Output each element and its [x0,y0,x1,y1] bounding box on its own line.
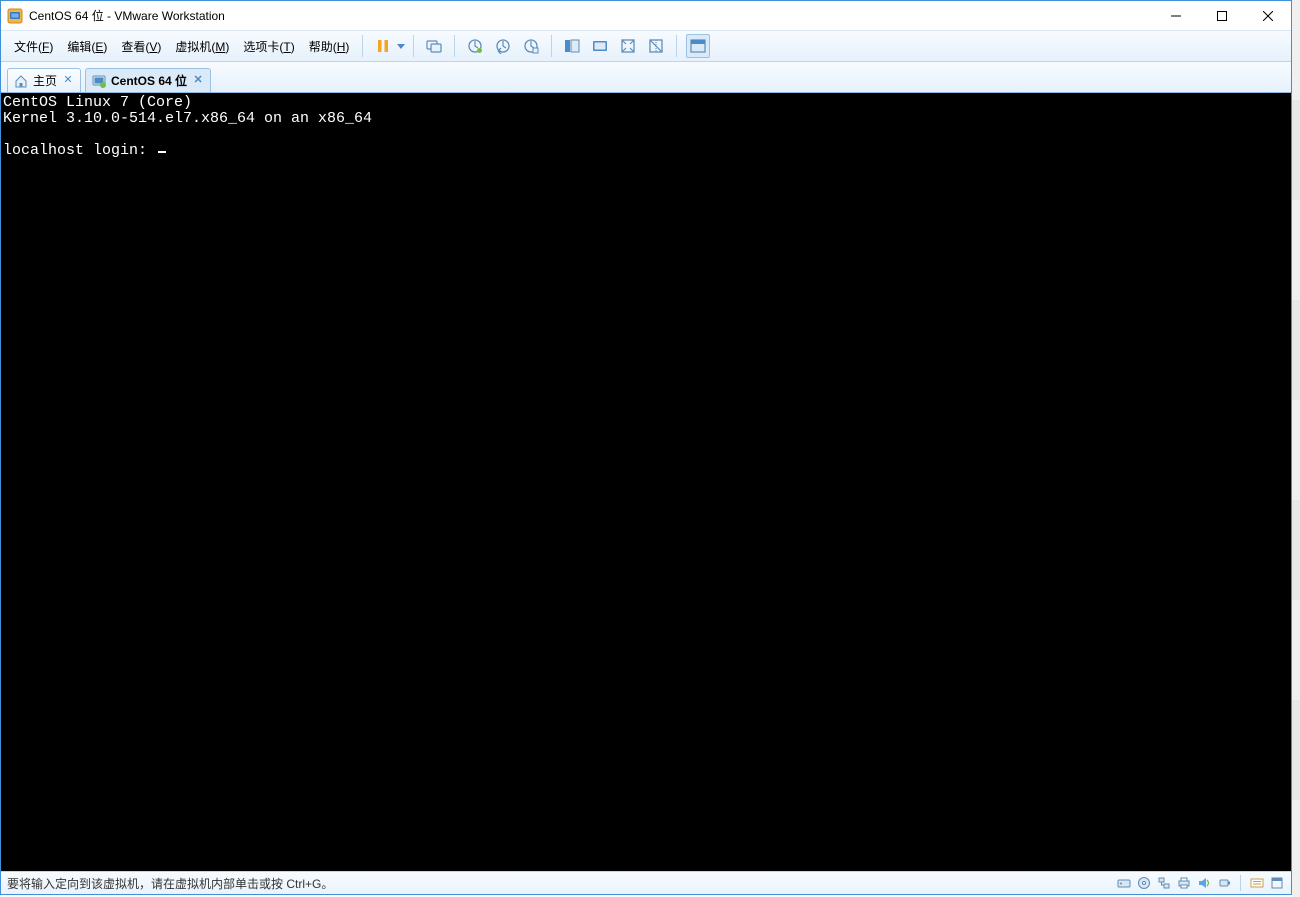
vm-icon [92,74,106,88]
minimize-button[interactable] [1153,1,1199,30]
console-prompt: localhost login: [3,142,156,159]
fullscreen-button[interactable] [617,35,639,57]
menubar: 文件(F) 编辑(E) 查看(V) 虚拟机(M) 选项卡(T) 帮助(H) [1,31,1291,62]
thumbnail-bar-button[interactable] [686,34,710,58]
home-icon [14,74,28,88]
printer-icon[interactable] [1176,875,1192,891]
statusbar: 要将输入定向到该虚拟机，请在虚拟机内部单击或按 Ctrl+G。 [1,872,1291,894]
console-line: Kernel 3.10.0-514.el7.x86_64 on an x86_6… [3,110,372,127]
tabbar: 主页 ✕ CentOS 64 位 ✕ [1,62,1291,93]
snapshot-revert-button[interactable] [492,35,514,57]
toolbar-separator [362,35,363,57]
vm-console[interactable]: CentOS Linux 7 (Core) Kernel 3.10.0-514.… [1,93,1291,872]
titlebar: CentOS 64 位 - VMware Workstation [1,1,1291,31]
status-hint: 要将输入定向到该虚拟机，请在虚拟机内部单击或按 Ctrl+G。 [7,875,333,892]
power-dropdown[interactable] [395,35,407,57]
usb-icon[interactable] [1216,875,1232,891]
expand-icon[interactable] [1269,875,1285,891]
tab-vm-centos[interactable]: CentOS 64 位 ✕ [85,68,211,92]
toolbar-separator [454,35,455,57]
unity-button[interactable] [645,35,667,57]
show-console-button[interactable] [589,35,611,57]
snapshot-manager-button[interactable] [520,35,542,57]
window-title: CentOS 64 位 - VMware Workstation [29,7,225,24]
status-separator [1240,875,1241,891]
tab-home[interactable]: 主页 ✕ [7,68,81,92]
network-icon[interactable] [1156,875,1172,891]
menu-vm[interactable]: 虚拟机(M) [168,35,236,58]
send-ctrl-alt-del-button[interactable] [423,35,445,57]
vmware-window: CentOS 64 位 - VMware Workstation 文件(F) 编… [0,0,1292,895]
close-button[interactable] [1245,1,1291,30]
tab-label: 主页 [33,72,57,89]
tab-close-button[interactable]: ✕ [192,75,204,87]
toolbar-separator [413,35,414,57]
menu-view[interactable]: 查看(V) [114,35,168,58]
show-library-button[interactable] [561,35,583,57]
menu-edit[interactable]: 编辑(E) [60,35,114,58]
cd-icon[interactable] [1136,875,1152,891]
toolbar-separator [676,35,677,57]
snapshot-take-button[interactable] [464,35,486,57]
sound-icon[interactable] [1196,875,1212,891]
maximize-button[interactable] [1199,1,1245,30]
device-status-icons [1116,875,1285,891]
menu-help[interactable]: 帮助(H) [302,35,357,58]
tab-close-button[interactable]: ✕ [62,75,74,87]
suspend-button[interactable] [372,35,394,57]
tab-label: CentOS 64 位 [111,72,187,89]
harddisk-icon[interactable] [1116,875,1132,891]
vmware-app-icon [7,8,23,24]
message-log-icon[interactable] [1249,875,1265,891]
menu-tabs[interactable]: 选项卡(T) [236,35,301,58]
console-line: CentOS Linux 7 (Core) [3,94,192,111]
menu-file[interactable]: 文件(F) [7,35,60,58]
background-sliver [1292,0,1300,897]
toolbar-separator [551,35,552,57]
text-cursor [158,151,166,153]
